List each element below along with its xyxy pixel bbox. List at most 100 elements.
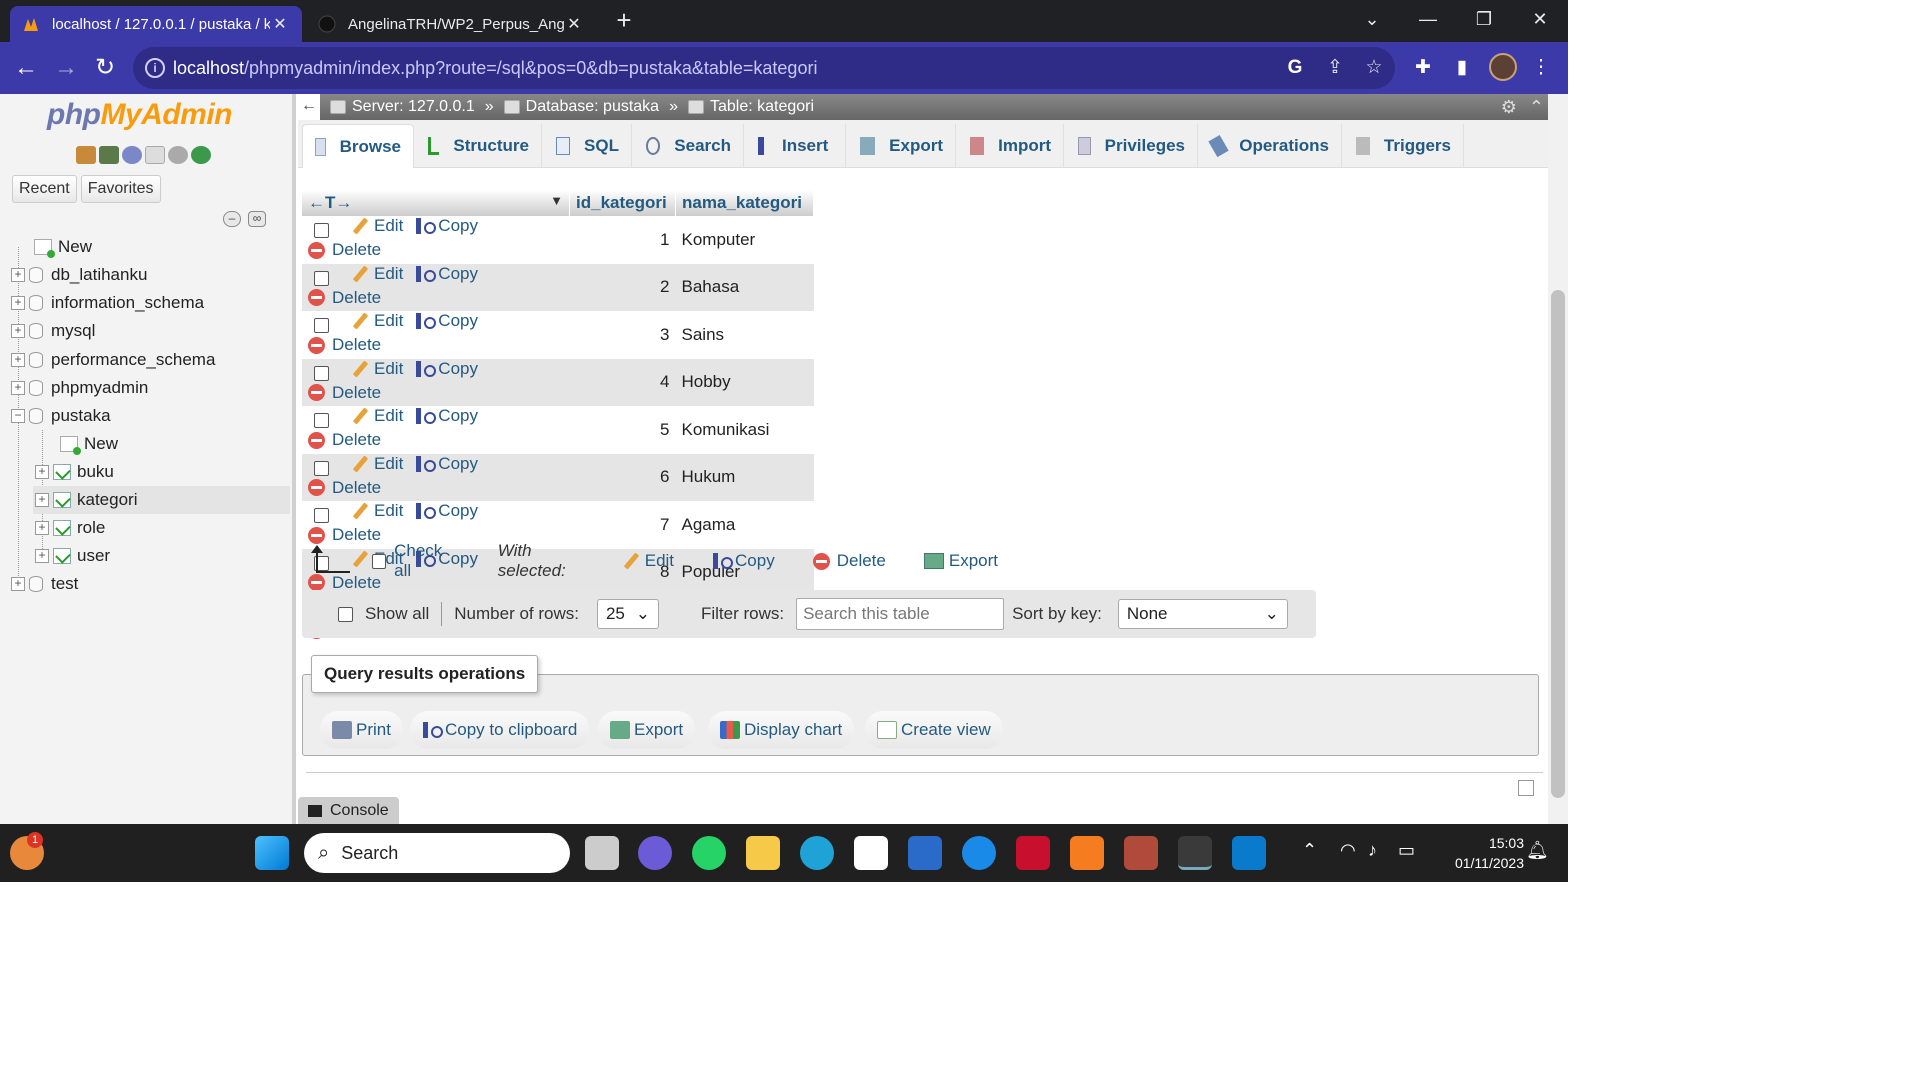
copy-link[interactable]: Copy — [415, 311, 478, 331]
copy-link[interactable]: Copy — [415, 454, 478, 474]
expand-plus-icon[interactable]: + — [35, 549, 49, 563]
edit-link[interactable]: Edit — [351, 264, 403, 284]
expand-plus-icon[interactable]: + — [11, 268, 25, 282]
row-checkbox[interactable] — [314, 223, 329, 239]
game-icon[interactable] — [1124, 836, 1158, 870]
tab-browse[interactable]: Browse — [302, 124, 414, 168]
tab-import[interactable]: Import — [958, 124, 1064, 168]
tree-item-buku[interactable]: + buku — [35, 458, 114, 486]
id-cell[interactable]: 5 — [569, 406, 676, 454]
reload-navigation-icon[interactable] — [191, 146, 211, 164]
link-with-main-icon[interactable]: ∞ — [248, 211, 266, 227]
task-view-icon[interactable] — [585, 836, 619, 870]
minimize-icon[interactable]: — — [1400, 0, 1456, 40]
help-icon[interactable] — [122, 146, 142, 164]
close-tab-icon[interactable]: ✕ — [270, 14, 290, 34]
print-button[interactable]: Print — [320, 711, 403, 749]
scrollbar-thumb[interactable] — [1551, 290, 1565, 798]
settings-gear-icon[interactable]: ⚙ — [1501, 94, 1517, 120]
delete-link[interactable]: Delete — [308, 430, 381, 450]
site-info-icon[interactable]: i — [145, 58, 165, 78]
tab-export[interactable]: Export — [848, 124, 956, 168]
name-cell[interactable]: Hobby — [675, 358, 814, 406]
collapse-minus-icon[interactable]: − — [11, 409, 25, 423]
tree-item-mysql[interactable]: + mysql — [11, 317, 95, 345]
dropdown-caret-icon[interactable]: ▼ — [550, 193, 563, 208]
name-cell[interactable]: Agama — [675, 501, 814, 549]
export-button[interactable]: Export — [598, 711, 696, 749]
edit-link[interactable]: Edit — [351, 311, 403, 331]
edge-icon[interactable] — [800, 836, 834, 870]
check-all-checkbox[interactable] — [371, 553, 387, 569]
bulk-delete-button[interactable]: Delete — [812, 551, 886, 571]
collapse-all-icon[interactable]: – — [223, 211, 241, 227]
bulk-copy-button[interactable]: Copy — [712, 551, 775, 571]
copy-link[interactable]: Copy — [415, 359, 478, 379]
expand-plus-icon[interactable]: + — [35, 521, 49, 535]
tab-privileges[interactable]: Privileges — [1066, 124, 1198, 168]
notifications-bell-icon[interactable]: 🔔︎ — [1526, 840, 1549, 861]
id-cell[interactable]: 3 — [569, 311, 676, 359]
edit-link[interactable]: Edit — [351, 359, 403, 379]
tree-item-role[interactable]: + role — [35, 514, 105, 542]
row-checkbox[interactable] — [314, 413, 329, 429]
edit-link[interactable]: Edit — [351, 406, 403, 426]
exit-icon[interactable] — [99, 146, 119, 164]
column-nav-arrows-icon[interactable]: ←T→ — [308, 193, 352, 212]
tree-item-db_latihanku[interactable]: + db_latihanku — [11, 261, 147, 289]
get-help-icon[interactable] — [962, 836, 996, 870]
name-cell[interactable]: Bahasa — [675, 263, 814, 311]
tree-item-information_schema[interactable]: + information_schema — [11, 289, 204, 317]
favorites-tab-button[interactable]: Favorites — [80, 175, 161, 203]
breadcrumb-server[interactable]: Server: 127.0.0.1 — [352, 98, 475, 116]
bulk-edit-button[interactable]: Edit — [622, 551, 674, 571]
profile-avatar[interactable] — [1489, 53, 1517, 81]
edit-link[interactable]: Edit — [351, 216, 403, 236]
mcafee-icon[interactable] — [1016, 836, 1050, 870]
chrome-menu-icon[interactable]: ⋮ — [1528, 55, 1554, 81]
tree-item-user[interactable]: + user — [35, 542, 110, 570]
tree-item-new-database[interactable]: New — [34, 233, 92, 261]
settings-gear-icon[interactable] — [168, 146, 188, 164]
copy-link[interactable]: Copy — [415, 406, 478, 426]
vertical-scrollbar[interactable] — [1548, 94, 1568, 825]
sort-by-key-select[interactable]: None ⌄ — [1117, 599, 1288, 629]
vscode-icon[interactable] — [1232, 836, 1266, 870]
row-checkbox[interactable] — [314, 365, 329, 381]
address-bar[interactable]: i localhost/phpmyadmin/index.php?route=/… — [133, 47, 1395, 89]
copy-link[interactable]: Copy — [415, 501, 478, 521]
id-cell[interactable]: 4 — [569, 358, 676, 406]
tab-sql[interactable]: SQL — [544, 124, 632, 168]
chrome-icon[interactable] — [1178, 836, 1212, 870]
close-tab-icon[interactable]: ✕ — [564, 14, 584, 34]
tree-item-performance_schema[interactable]: + performance_schema — [11, 346, 215, 374]
name-cell[interactable]: Komunikasi — [675, 406, 814, 454]
edit-link[interactable]: Edit — [351, 454, 403, 474]
delete-link[interactable]: Delete — [308, 525, 381, 545]
microsoft-store-icon[interactable] — [854, 836, 888, 870]
row-checkbox[interactable] — [314, 508, 329, 524]
row-checkbox[interactable] — [314, 460, 329, 476]
browser-tab-github[interactable]: AngelinaTRH/WP2_Perpus_Ange ✕ — [306, 6, 596, 42]
id-cell[interactable]: 6 — [569, 453, 676, 501]
side-panel-icon[interactable]: ▮ — [1449, 55, 1475, 81]
column-header-id_kategori[interactable]: id_kategori — [569, 190, 676, 216]
tree-item-test[interactable]: + test — [11, 570, 78, 598]
recent-tab-button[interactable]: Recent — [12, 175, 77, 203]
teams-chat-icon[interactable] — [638, 836, 672, 870]
name-cell[interactable]: Hukum — [675, 453, 814, 501]
collapse-top-icon[interactable]: ⌃ — [1529, 94, 1544, 120]
bookmark-star-icon[interactable]: ☆ — [1362, 56, 1386, 80]
id-cell[interactable]: 1 — [569, 216, 676, 264]
extensions-puzzle-icon[interactable]: ✚ — [1410, 55, 1436, 81]
reload-icon[interactable]: ↻ — [89, 52, 121, 84]
sort-arrows-header[interactable]: ←T→ ▼ — [302, 190, 571, 216]
back-arrow-icon[interactable]: ← — [298, 94, 320, 120]
battery-icon[interactable]: ▭ — [1398, 840, 1415, 861]
filter-rows-input[interactable]: Search this table — [796, 598, 1005, 630]
clock[interactable]: 15:03 01/11/2023 — [1430, 833, 1524, 873]
share-icon[interactable]: ⇪ — [1323, 56, 1347, 80]
check-all-label[interactable]: Check all — [394, 541, 460, 581]
expand-plus-icon[interactable]: + — [35, 493, 49, 507]
display-chart-button[interactable]: Display chart — [708, 711, 855, 749]
